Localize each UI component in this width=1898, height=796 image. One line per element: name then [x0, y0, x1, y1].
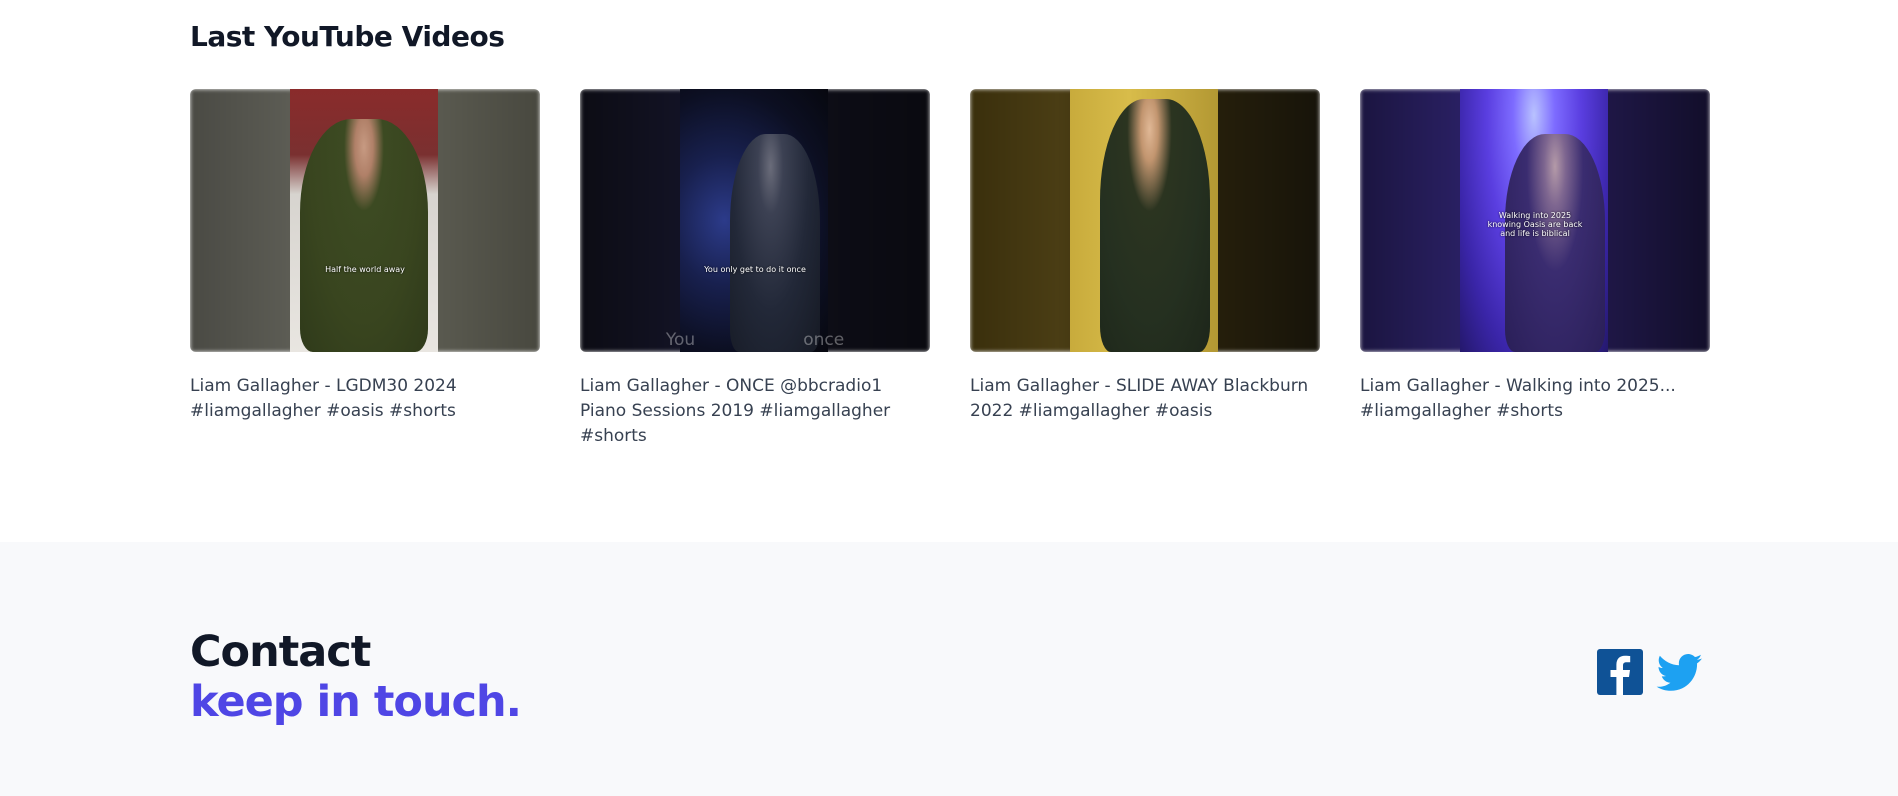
- video-title[interactable]: Liam Gallagher - LGDM30 2024 #liamgallag…: [190, 374, 540, 424]
- video-thumbnail[interactable]: You only get to do it once You once: [580, 89, 930, 352]
- video-title[interactable]: Liam Gallagher - SLIDE AWAY Blackburn 20…: [970, 374, 1320, 424]
- contact-subtitle: keep in touch.: [190, 677, 522, 727]
- thumbnail-ghost-text: You once: [665, 330, 845, 350]
- facebook-icon: [1597, 649, 1643, 695]
- facebook-link[interactable]: [1597, 649, 1643, 695]
- videos-section: Last YouTube Videos Half the world away …: [0, 0, 1898, 542]
- video-thumbnail[interactable]: Half the world away: [190, 89, 540, 352]
- video-card[interactable]: Walking into 2025 knowing Oasis are back…: [1360, 89, 1710, 424]
- twitter-icon: [1656, 653, 1703, 691]
- video-card[interactable]: Half the world away Liam Gallagher - LGD…: [190, 89, 540, 424]
- contact-heading: Contact keep in touch.: [190, 627, 522, 727]
- video-thumbnail[interactable]: Walking into 2025 knowing Oasis are back…: [1360, 89, 1710, 352]
- section-title: Last YouTube Videos: [190, 20, 505, 53]
- contact-title: Contact: [190, 627, 371, 677]
- video-title[interactable]: Liam Gallagher - ONCE @bbcradio1 Piano S…: [580, 374, 930, 449]
- video-thumbnail[interactable]: [970, 89, 1320, 352]
- video-title[interactable]: Liam Gallagher - Walking into 2025... #l…: [1360, 374, 1710, 424]
- thumbnail-caption: Half the world away: [325, 265, 405, 274]
- video-card[interactable]: Liam Gallagher - SLIDE AWAY Blackburn 20…: [970, 89, 1320, 424]
- video-card[interactable]: You only get to do it once You once Liam…: [580, 89, 930, 449]
- contact-section: Contact keep in touch.: [0, 542, 1898, 796]
- thumbnail-caption: You only get to do it once: [704, 265, 806, 274]
- thumbnail-caption: Walking into 2025 knowing Oasis are back…: [1487, 211, 1583, 238]
- twitter-link[interactable]: [1656, 649, 1704, 695]
